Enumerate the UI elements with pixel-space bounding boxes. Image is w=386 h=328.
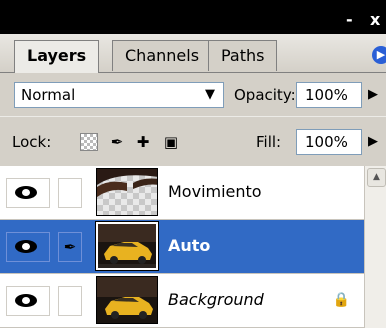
tab-layers[interactable]: Layers bbox=[14, 40, 100, 73]
link-toggle[interactable]: ✒ bbox=[58, 232, 82, 262]
visibility-toggle[interactable] bbox=[6, 178, 50, 208]
layer-row-movimiento[interactable]: Movimiento bbox=[0, 166, 364, 220]
opacity-label: Opacity: bbox=[234, 86, 296, 104]
fill-field[interactable]: 100% bbox=[296, 129, 362, 155]
eye-icon bbox=[15, 186, 37, 199]
scroll-up-icon[interactable]: ▲ bbox=[367, 168, 386, 187]
tab-channels[interactable]: Channels bbox=[112, 40, 213, 71]
blend-mode-select[interactable]: Normal ▼ bbox=[14, 82, 224, 108]
palette-menu-button[interactable]: ▶ bbox=[372, 46, 386, 64]
lock-all-icon[interactable]: ▣ bbox=[162, 133, 180, 151]
layer-thumbnail bbox=[95, 221, 159, 271]
link-toggle[interactable] bbox=[58, 286, 82, 316]
lock-move-icon[interactable]: ✚ bbox=[134, 133, 152, 151]
fill-label: Fill: bbox=[256, 133, 282, 151]
tab-bar: Layers Channels Paths ▶ bbox=[0, 34, 386, 73]
link-toggle[interactable] bbox=[58, 178, 82, 208]
lock-transparent-icon[interactable] bbox=[80, 133, 98, 151]
layer-name[interactable]: Auto bbox=[168, 236, 210, 255]
layers-scrollbar[interactable]: ▲ bbox=[364, 166, 386, 328]
chevron-down-icon[interactable]: ▼ bbox=[197, 83, 223, 107]
layer-name[interactable]: Movimiento bbox=[168, 182, 262, 201]
layer-thumbnail bbox=[96, 276, 158, 324]
layer-thumbnail bbox=[96, 168, 158, 216]
palette-titlebar: - x bbox=[0, 0, 386, 34]
lock-brush-icon[interactable]: ✒ bbox=[108, 133, 126, 151]
close-button[interactable]: x bbox=[370, 10, 380, 29]
blend-opacity-row: Normal ▼ Opacity: 100% ▶ bbox=[0, 72, 386, 116]
eye-icon bbox=[15, 240, 37, 253]
lock-label: Lock: bbox=[12, 133, 52, 151]
layer-row-background[interactable]: Background 🔒 bbox=[0, 274, 364, 328]
brush-icon: ✒ bbox=[63, 238, 77, 256]
eye-icon bbox=[15, 294, 37, 307]
lock-fill-row: Lock: ✒ ✚ ▣ Fill: 100% ▶ bbox=[0, 116, 386, 168]
layer-row-auto[interactable]: ✒ Auto bbox=[0, 220, 364, 274]
layer-name[interactable]: Background bbox=[168, 290, 264, 309]
visibility-toggle[interactable] bbox=[6, 286, 50, 316]
fill-slider-arrow-icon[interactable]: ▶ bbox=[368, 134, 378, 149]
opacity-slider-arrow-icon[interactable]: ▶ bbox=[368, 87, 378, 102]
thumbnail-movimiento-image bbox=[97, 169, 157, 215]
visibility-toggle[interactable] bbox=[6, 232, 50, 262]
thumbnail-auto-image bbox=[98, 224, 156, 268]
arrow-right-icon: ▶ bbox=[376, 48, 386, 61]
thumbnail-background-image bbox=[97, 277, 157, 323]
tab-paths[interactable]: Paths bbox=[208, 40, 278, 71]
opacity-field[interactable]: 100% bbox=[296, 82, 362, 108]
minimize-button[interactable]: - bbox=[346, 10, 353, 29]
layers-list: Movimiento ✒ Auto Background 🔒 bbox=[0, 166, 364, 328]
padlock-icon: 🔒 bbox=[332, 292, 350, 308]
blend-mode-value: Normal bbox=[21, 86, 76, 104]
